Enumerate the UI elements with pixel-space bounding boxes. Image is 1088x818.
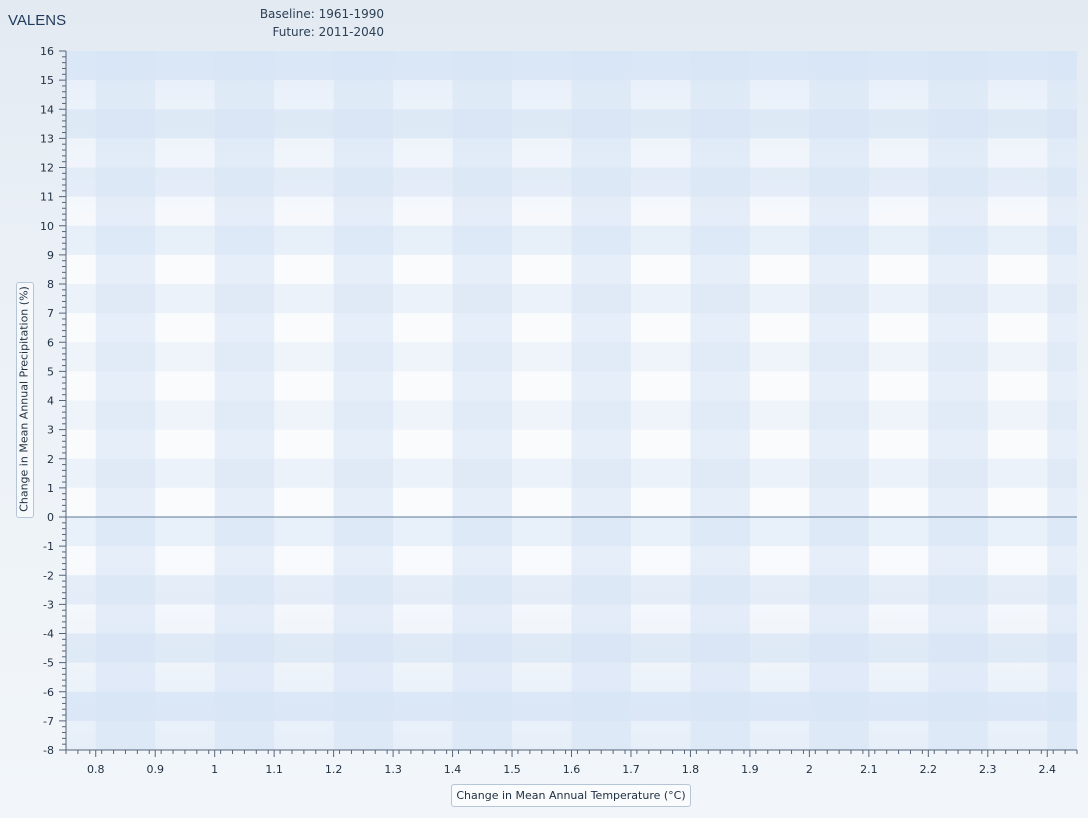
- y-tick-label: 15: [40, 74, 54, 87]
- y-tick-label: 13: [40, 132, 54, 145]
- x-tick-label: 1.2: [325, 763, 343, 776]
- y-tick-label: 9: [47, 249, 54, 262]
- y-tick-label: 14: [40, 103, 54, 116]
- y-tick-label: 5: [47, 365, 54, 378]
- y-axis-title: Change in Mean Annual Precipitation (%): [17, 286, 31, 512]
- x-tick-label: 1: [211, 763, 218, 776]
- x-tick-label: 2.3: [979, 763, 997, 776]
- x-tick-label: 1.6: [563, 763, 581, 776]
- y-tick-label: 16: [40, 45, 54, 58]
- plot-wash: [66, 51, 1077, 750]
- y-tick-label: 6: [47, 336, 54, 349]
- x-tick-label: 1.8: [682, 763, 700, 776]
- y-tick-label: 7: [47, 307, 54, 320]
- x-tick-label: 1.3: [384, 763, 402, 776]
- y-tick-label: -2: [43, 569, 54, 582]
- y-tick-label: 3: [47, 424, 54, 437]
- y-tick-label: -3: [43, 598, 54, 611]
- grid-bands: [66, 51, 1077, 750]
- y-tick-label: 8: [47, 278, 54, 291]
- y-tick-label: 0: [47, 511, 54, 524]
- y-tick-label: 12: [40, 162, 54, 175]
- y-tick-label: -1: [43, 540, 54, 553]
- y-tick-label: 4: [47, 395, 54, 408]
- x-tick-label: 1.7: [622, 763, 640, 776]
- y-tick-label: -8: [43, 744, 54, 757]
- y-axis-ticks: -8-7-6-5-4-3-2-1012345678910111213141516: [40, 45, 66, 757]
- y-tick-label: -6: [43, 686, 54, 699]
- scatter-chart[interactable]: 0.8 0.9 1 1.1 1.2 1.3 1.4 1.5 1.6 1.7 1.8 1.9 2 2.1 2.…: [0, 0, 1088, 818]
- y-tick-label: -4: [43, 628, 54, 641]
- y-tick-label: 2: [47, 453, 54, 466]
- x-tick-label: 0.8: [87, 763, 105, 776]
- x-tick-label: 1.4: [444, 763, 462, 776]
- x-tick-label: 1.5: [503, 763, 521, 776]
- x-tick-label: 1.9: [741, 763, 759, 776]
- y-tick-label: 11: [40, 191, 54, 204]
- y-tick-label: 1: [47, 482, 54, 495]
- y-tick-label: -7: [43, 715, 54, 728]
- x-tick-label: 2.1: [860, 763, 878, 776]
- x-axis-ticks: 0.8 0.9 1 1.1 1.2 1.3 1.4 1.5 1.6 1.7 1.8 1.9 2 2.1 2.…: [65, 750, 1078, 776]
- x-tick-label: 1.1: [265, 763, 283, 776]
- x-axis-title: Change in Mean Annual Temperature (°C): [456, 789, 686, 802]
- x-tick-label: 2.2: [920, 763, 938, 776]
- x-tick-label: 0.9: [146, 763, 164, 776]
- y-tick-label: 10: [40, 220, 54, 233]
- x-tick-label: 2.4: [1039, 763, 1057, 776]
- x-tick-label: 2: [806, 763, 813, 776]
- y-tick-label: -5: [43, 657, 54, 670]
